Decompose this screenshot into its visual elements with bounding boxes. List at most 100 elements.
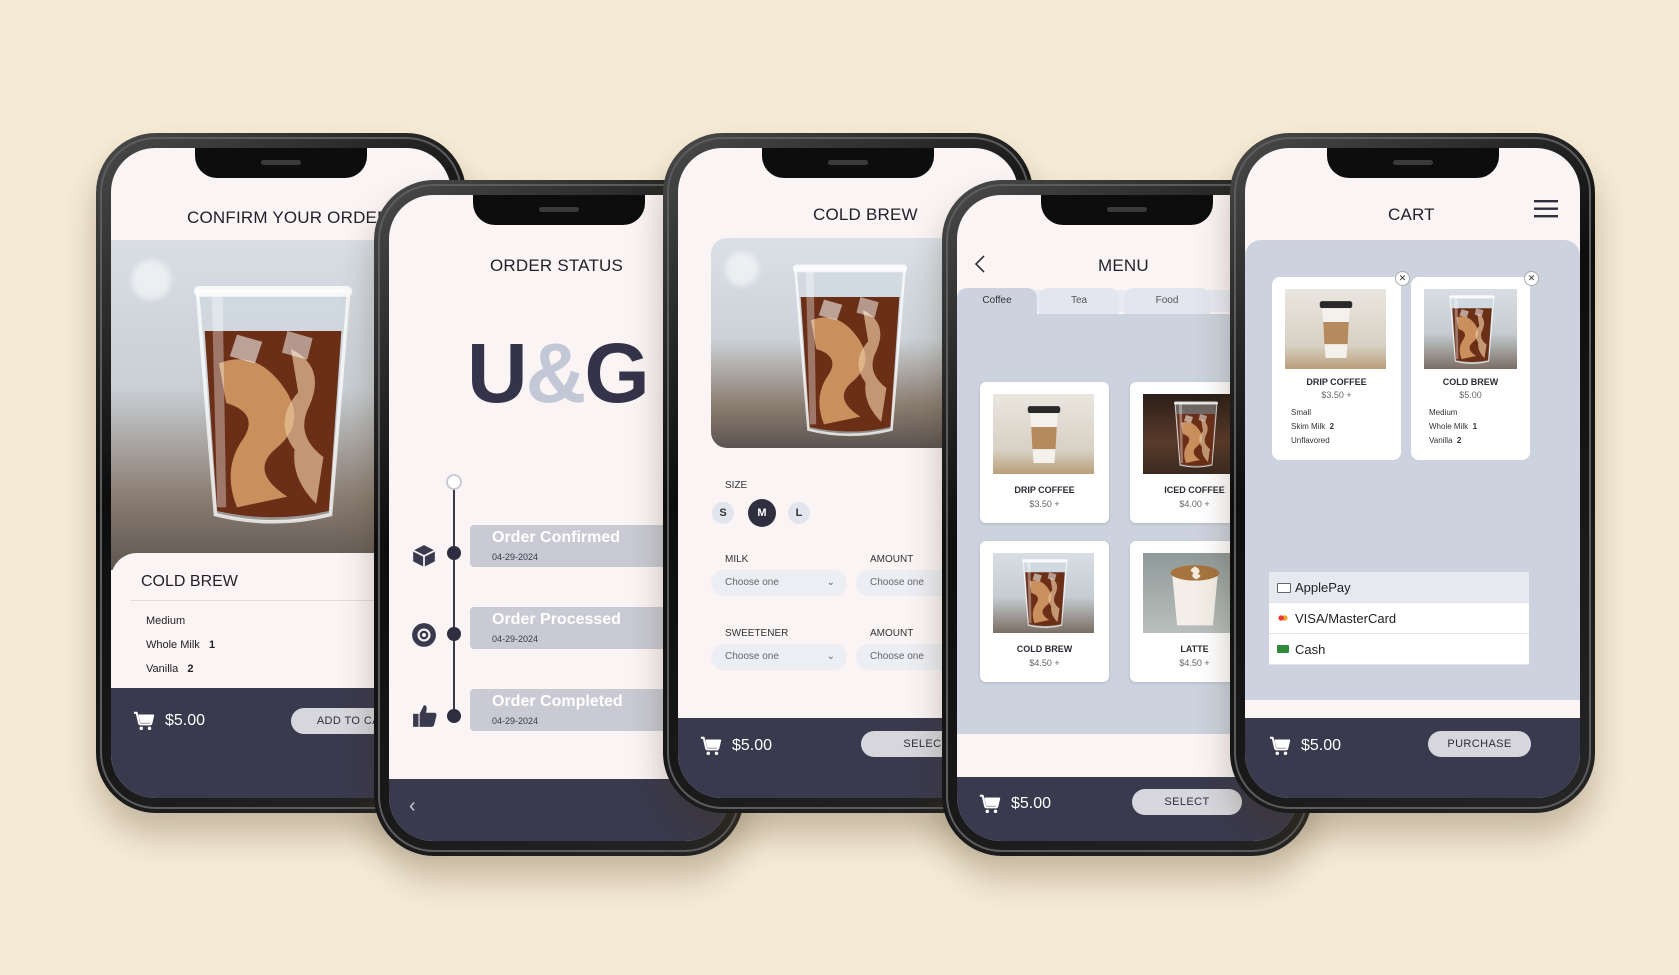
cart-icon (133, 710, 155, 732)
timeline-dot (447, 709, 461, 723)
total-price: $5.00 (1011, 795, 1052, 812)
cart-total[interactable]: $5.00 (979, 793, 1051, 815)
cart-total[interactable]: $5.00 (1269, 735, 1341, 757)
sweetener-label: SWEETENER (725, 628, 789, 639)
option-size: Medium (146, 615, 186, 627)
item-photo (1143, 553, 1244, 633)
menu-item-drip-coffee[interactable]: DRIP COFFEE $3.50 + (980, 382, 1109, 523)
item-name: COLD BREW (1442, 377, 1499, 387)
total-price: $5.00 (165, 712, 206, 729)
select-button[interactable]: SELECT (1132, 789, 1242, 815)
box-icon (412, 545, 436, 567)
step-date: 04-29-2024 (492, 634, 539, 644)
iced-coffee-image (1446, 291, 1498, 367)
item-option: Unflavored (1291, 436, 1330, 445)
option-syrup: Vanilla 2 (146, 663, 194, 675)
mockup-stage: CONFIRM YOUR ORDER COLD BREW Medium Whol… (0, 0, 1679, 975)
cart-icon (700, 735, 722, 757)
payment-card[interactable]: VISA/MasterCard (1269, 603, 1529, 634)
coffee-cup-image (1015, 396, 1073, 472)
size-small[interactable]: S (712, 502, 734, 524)
milk-label: MILK (725, 554, 749, 565)
latte-image (1163, 557, 1227, 631)
total-price: $5.00 (732, 737, 773, 754)
cash-icon (1277, 645, 1289, 653)
remove-item-button[interactable]: ✕ (1395, 271, 1410, 286)
item-option: Vanilla 2 (1429, 436, 1462, 445)
payment-cash[interactable]: Cash (1269, 634, 1529, 665)
menu-item-cold-brew[interactable]: COLD BREW $4.50 + (980, 541, 1109, 682)
item-photo (993, 553, 1094, 633)
step-label: Order Processed (492, 611, 621, 628)
cart-icon (979, 793, 1001, 815)
cart-item-drip-coffee: DRIP COFFEE $3.50 + Small Skim Milk 2 Un… (1272, 277, 1401, 460)
payment-applepay[interactable]: ApplePay (1269, 572, 1529, 603)
timeline-dot (447, 546, 461, 560)
size-medium[interactable]: M (748, 499, 776, 527)
item-photo (1285, 289, 1386, 369)
item-option: Medium (1429, 408, 1458, 417)
coffee-cup-image (1307, 291, 1365, 367)
chevron-down-icon: ⌄ (826, 577, 835, 588)
target-icon (412, 623, 436, 647)
iced-coffee-image (785, 254, 915, 444)
phone-notch (473, 195, 645, 225)
total-price: $5.00 (1301, 737, 1342, 754)
cart-icon (1269, 735, 1291, 757)
size-large[interactable]: L (788, 502, 810, 524)
iced-coffee-image (1171, 398, 1221, 470)
item-photo (1424, 289, 1517, 369)
phone-notch (1041, 195, 1213, 225)
tab-coffee[interactable]: Coffee (957, 288, 1037, 314)
step-label: Order Confirmed (492, 529, 621, 546)
chevron-down-icon: ⌄ (826, 651, 835, 662)
applepay-icon (1277, 583, 1291, 593)
tab-food[interactable]: Food (1124, 288, 1210, 314)
cart-total[interactable]: $5.00 (133, 710, 205, 732)
amount-label: AMOUNT (870, 628, 914, 639)
cart-total[interactable]: $5.00 (700, 735, 772, 757)
phone-notch (1326, 148, 1499, 178)
bottom-bar: $5.00 PURCHASE (1245, 718, 1580, 798)
sweetener-select[interactable]: Choose one ⌄ (711, 644, 847, 670)
step-date: 04-29-2024 (492, 552, 539, 562)
purchase-button[interactable]: PURCHASE (1428, 731, 1531, 757)
iced-coffee-image (183, 268, 363, 538)
iced-coffee-image (1019, 555, 1071, 631)
item-option: Whole Milk 1 (1429, 422, 1478, 431)
step-label: Order Completed (492, 693, 623, 710)
item-name: DRIP COFFEE (1306, 377, 1367, 387)
phone-cart: CART DRIP COFFEE $3.50 + Small Skim Milk… (1230, 133, 1595, 813)
tab-tea[interactable]: Tea (1039, 288, 1119, 314)
item-price: $4.50 + (1029, 658, 1060, 668)
phone-notch (762, 148, 934, 178)
menu-icon[interactable] (1534, 200, 1558, 218)
timeline-line (453, 482, 455, 710)
phone-notch (195, 148, 367, 178)
milk-select[interactable]: Choose one ⌄ (711, 570, 847, 596)
option-milk: Whole Milk 1 (146, 639, 216, 651)
item-option: Small (1291, 408, 1312, 417)
cart-screen: CART DRIP COFFEE $3.50 + Small Skim Milk… (1245, 148, 1580, 798)
brand-logo: U&G (467, 326, 650, 420)
remove-item-button[interactable]: ✕ (1524, 271, 1539, 286)
credit-card-icon (1277, 614, 1289, 622)
back-arrow-icon[interactable] (973, 254, 987, 274)
product-name: COLD BREW (141, 573, 238, 590)
item-price: $3.50 + (1029, 499, 1060, 509)
item-photo (993, 394, 1094, 474)
item-name: DRIP COFFEE (1014, 485, 1075, 495)
item-price: $5.00 (1459, 390, 1482, 400)
size-label: SIZE (725, 480, 748, 491)
item-photo (1143, 394, 1244, 474)
back-button[interactable]: ‹ (409, 795, 416, 818)
cart-item-cold-brew: COLD BREW $5.00 Medium Whole Milk 1 Vani… (1411, 277, 1530, 460)
item-option: Skim Milk 2 (1291, 422, 1335, 431)
item-price: $3.50 + (1321, 390, 1352, 400)
amount-label: AMOUNT (870, 554, 914, 565)
item-name: COLD BREW (1016, 644, 1073, 654)
timeline-start-dot (446, 474, 462, 490)
step-date: 04-29-2024 (492, 716, 539, 726)
timeline-dot (447, 627, 461, 641)
thumbs-up-icon (413, 705, 437, 727)
